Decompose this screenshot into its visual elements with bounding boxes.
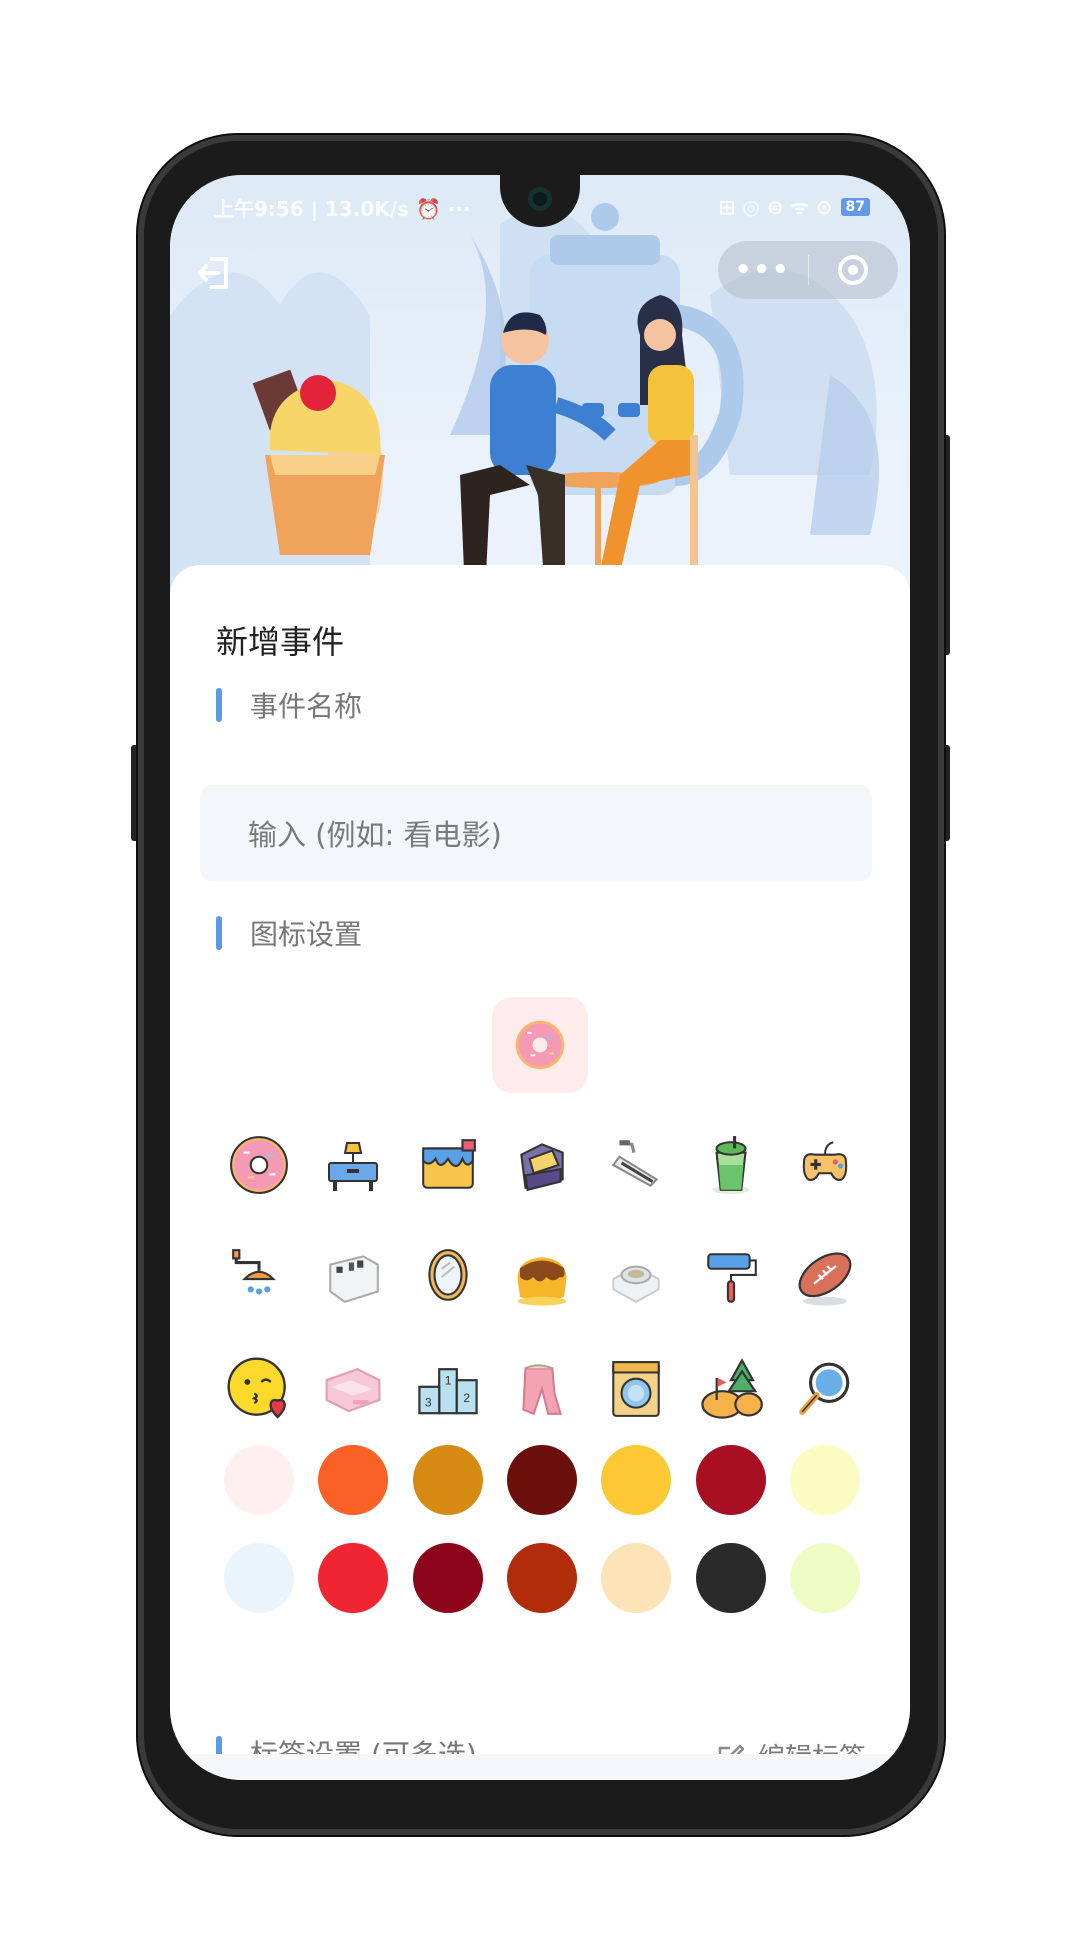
color-swatch[interactable] bbox=[224, 1445, 295, 1515]
mini-program-capsule: ••• bbox=[718, 241, 898, 299]
color-option[interactable] bbox=[401, 1543, 495, 1613]
color-palette bbox=[212, 1445, 872, 1613]
armchair-icon bbox=[520, 1143, 564, 1192]
kiss-emoji-icon bbox=[227, 1357, 286, 1419]
icon-option[interactable] bbox=[306, 1351, 400, 1427]
bottom-strip bbox=[170, 1754, 910, 1780]
football-icon bbox=[798, 1252, 852, 1306]
desk-lamp-icon bbox=[328, 1142, 379, 1191]
golf-icon bbox=[700, 1358, 763, 1419]
color-swatch[interactable] bbox=[695, 1445, 766, 1515]
header-illustration: 上午9:56 | 13.0K/s ⏰ ··· ⊞ ◎ ⊜ ᯤ ⊙ 87 ••• bbox=[170, 175, 910, 595]
color-swatch[interactable] bbox=[506, 1445, 577, 1515]
phone-screen: 上午9:56 | 13.0K/s ⏰ ··· ⊞ ◎ ⊜ ᯤ ⊙ 87 ••• … bbox=[170, 175, 910, 1780]
icon-option[interactable] bbox=[683, 1239, 777, 1315]
color-swatch[interactable] bbox=[789, 1543, 860, 1613]
color-swatch[interactable] bbox=[224, 1543, 295, 1613]
status-icons: ⊞ ◎ ⊜ ᯤ ⊙ bbox=[718, 195, 833, 219]
color-swatch[interactable] bbox=[789, 1445, 860, 1515]
icon-option[interactable] bbox=[778, 1239, 872, 1315]
color-option[interactable] bbox=[778, 1543, 872, 1613]
svg-text:2: 2 bbox=[463, 1391, 470, 1405]
color-swatch[interactable] bbox=[412, 1543, 483, 1613]
icon-option[interactable] bbox=[589, 1239, 683, 1315]
gamepad-icon bbox=[802, 1141, 848, 1181]
icon-option[interactable] bbox=[778, 1127, 872, 1203]
color-swatch[interactable] bbox=[601, 1445, 672, 1515]
color-option[interactable] bbox=[778, 1445, 872, 1515]
battery-indicator: 87 bbox=[840, 197, 870, 216]
pudding-icon bbox=[517, 1257, 567, 1306]
paint-bucket-icon bbox=[421, 1139, 476, 1189]
cooker-icon bbox=[612, 1265, 661, 1303]
icon-option[interactable] bbox=[589, 1351, 683, 1427]
treadmill-icon bbox=[612, 1140, 659, 1187]
icon-option[interactable] bbox=[778, 1351, 872, 1427]
color-option[interactable] bbox=[495, 1543, 589, 1613]
color-swatch[interactable] bbox=[318, 1543, 389, 1613]
icon-option[interactable] bbox=[495, 1239, 589, 1315]
icon-grid: 1 3 2 bbox=[212, 1127, 872, 1427]
color-option[interactable] bbox=[401, 1445, 495, 1515]
icon-option[interactable] bbox=[212, 1351, 306, 1427]
icon-option[interactable] bbox=[212, 1239, 306, 1315]
icon-option[interactable] bbox=[683, 1351, 777, 1427]
color-option[interactable] bbox=[495, 1445, 589, 1515]
front-camera bbox=[528, 187, 552, 211]
name-section-header: 事件名称 bbox=[216, 685, 362, 725]
shower-icon bbox=[232, 1249, 277, 1295]
color-swatch[interactable] bbox=[695, 1543, 766, 1613]
color-option[interactable] bbox=[306, 1543, 400, 1613]
mirror-icon bbox=[428, 1249, 468, 1301]
icon-option[interactable] bbox=[495, 1127, 589, 1203]
icon-option[interactable] bbox=[495, 1351, 589, 1427]
color-option[interactable] bbox=[589, 1543, 683, 1613]
couple-cafe-illustration bbox=[170, 203, 879, 595]
color-option[interactable] bbox=[683, 1445, 777, 1515]
icon-option[interactable] bbox=[683, 1127, 777, 1203]
exit-icon[interactable] bbox=[196, 253, 236, 293]
scarf-icon bbox=[522, 1364, 562, 1416]
section-accent-bar bbox=[216, 688, 222, 722]
drink-cup-icon bbox=[711, 1136, 750, 1194]
more-menu-button[interactable]: ••• bbox=[718, 255, 808, 285]
color-swatch[interactable] bbox=[506, 1543, 577, 1613]
form-card: 新增事件 事件名称 输入 (例如: 看电影) 图标设置 1 3 2 bbox=[170, 565, 910, 1780]
page-title: 新增事件 bbox=[216, 623, 345, 661]
color-option[interactable] bbox=[212, 1543, 306, 1613]
icon-section-header: 图标设置 bbox=[216, 913, 362, 953]
dresser-icon bbox=[329, 1255, 380, 1303]
svg-text:3: 3 bbox=[425, 1396, 432, 1410]
washing-machine-icon bbox=[612, 1361, 661, 1417]
svg-text:1: 1 bbox=[444, 1374, 451, 1388]
selected-icon-preview bbox=[492, 997, 588, 1093]
color-option[interactable] bbox=[589, 1445, 683, 1515]
icon-option[interactable] bbox=[589, 1127, 683, 1203]
icon-section-label: 图标设置 bbox=[250, 918, 363, 951]
icon-option[interactable] bbox=[401, 1239, 495, 1315]
icon-option[interactable] bbox=[212, 1127, 306, 1203]
color-option[interactable] bbox=[212, 1445, 306, 1515]
donut-icon bbox=[515, 1020, 565, 1070]
event-name-input[interactable]: 输入 (例如: 看电影) bbox=[200, 785, 872, 881]
donut-icon bbox=[230, 1136, 289, 1194]
status-bar-left: 上午9:56 | 13.0K/s ⏰ ··· bbox=[214, 197, 471, 221]
icon-option[interactable]: 1 3 2 bbox=[401, 1351, 495, 1427]
color-option[interactable] bbox=[683, 1543, 777, 1613]
icon-option[interactable] bbox=[401, 1127, 495, 1203]
paint-roller-icon bbox=[706, 1253, 757, 1303]
podium-icon: 1 3 2 bbox=[418, 1368, 478, 1415]
magnifier-icon bbox=[799, 1362, 850, 1415]
color-option[interactable] bbox=[306, 1445, 400, 1515]
section-accent-bar bbox=[216, 916, 222, 950]
icon-option[interactable] bbox=[306, 1239, 400, 1315]
icon-option[interactable] bbox=[306, 1127, 400, 1203]
color-swatch[interactable] bbox=[318, 1445, 389, 1515]
name-section-label: 事件名称 bbox=[250, 690, 363, 723]
shelf-icon bbox=[325, 1368, 381, 1413]
color-swatch[interactable] bbox=[412, 1445, 483, 1515]
status-bar-right: ⊞ ◎ ⊜ ᯤ ⊙ 87 bbox=[719, 193, 870, 220]
color-swatch[interactable] bbox=[601, 1543, 672, 1613]
close-target-icon[interactable] bbox=[809, 253, 899, 287]
